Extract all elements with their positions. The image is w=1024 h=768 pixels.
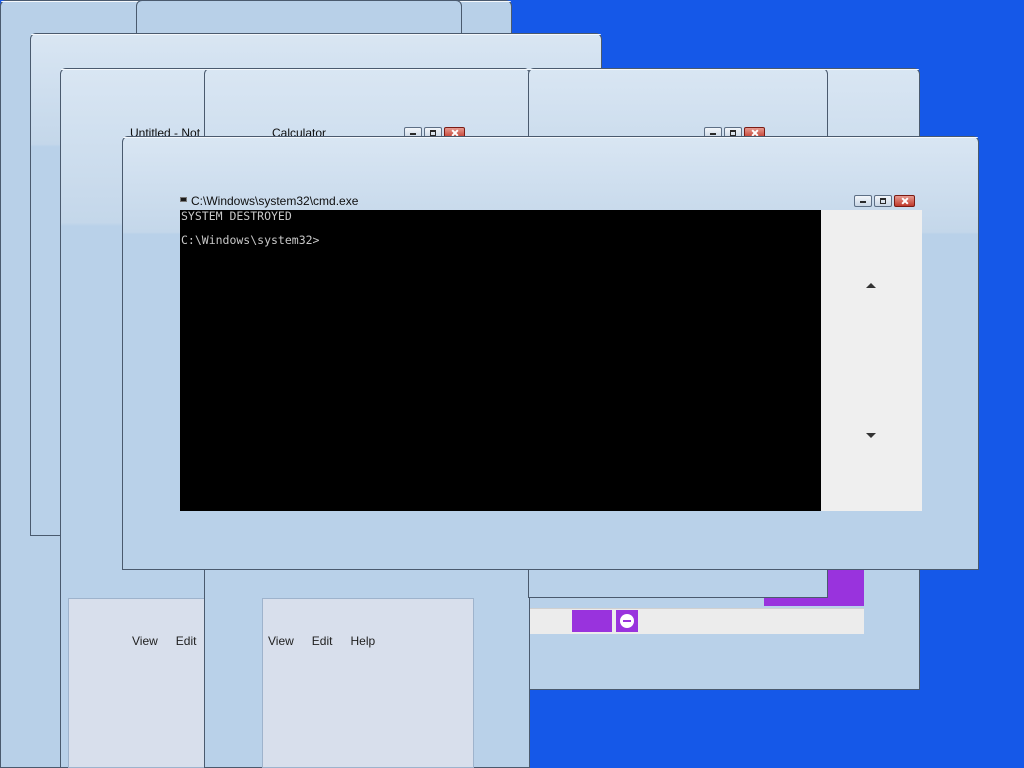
console-scrollbar[interactable] [821, 210, 922, 511]
close-icon[interactable] [894, 195, 915, 207]
calculator-body [262, 598, 474, 768]
scroll-up-icon[interactable] [866, 283, 876, 288]
menu-edit[interactable]: Edit [312, 634, 333, 648]
calculator-menu-bar: View Edit Help [268, 634, 375, 648]
console-output[interactable]: SYSTEM DESTROYED C:\Windows\system32> [180, 210, 821, 511]
menu-edit[interactable]: Edit [176, 634, 197, 648]
menu-view[interactable]: View [268, 634, 294, 648]
minus-circle-icon[interactable] [616, 610, 638, 632]
cmd-icon [180, 197, 187, 202]
minimize-icon[interactable] [854, 195, 872, 207]
maximize-icon[interactable] [874, 195, 892, 207]
console-line: C:\Windows\system32> [181, 233, 320, 247]
cmd-title: C:\Windows\system32\cmd.exe [191, 194, 359, 208]
menu-help[interactable]: Help [350, 634, 375, 648]
desktop: Untitled - Not View Edit H Calculator Vi… [0, 0, 1024, 768]
purple-button[interactable] [572, 610, 612, 632]
menu-view[interactable]: View [132, 634, 158, 648]
scroll-down-icon[interactable] [866, 433, 876, 438]
cmd-caption-buttons [854, 195, 915, 207]
console-line: SYSTEM DESTROYED [181, 209, 292, 223]
